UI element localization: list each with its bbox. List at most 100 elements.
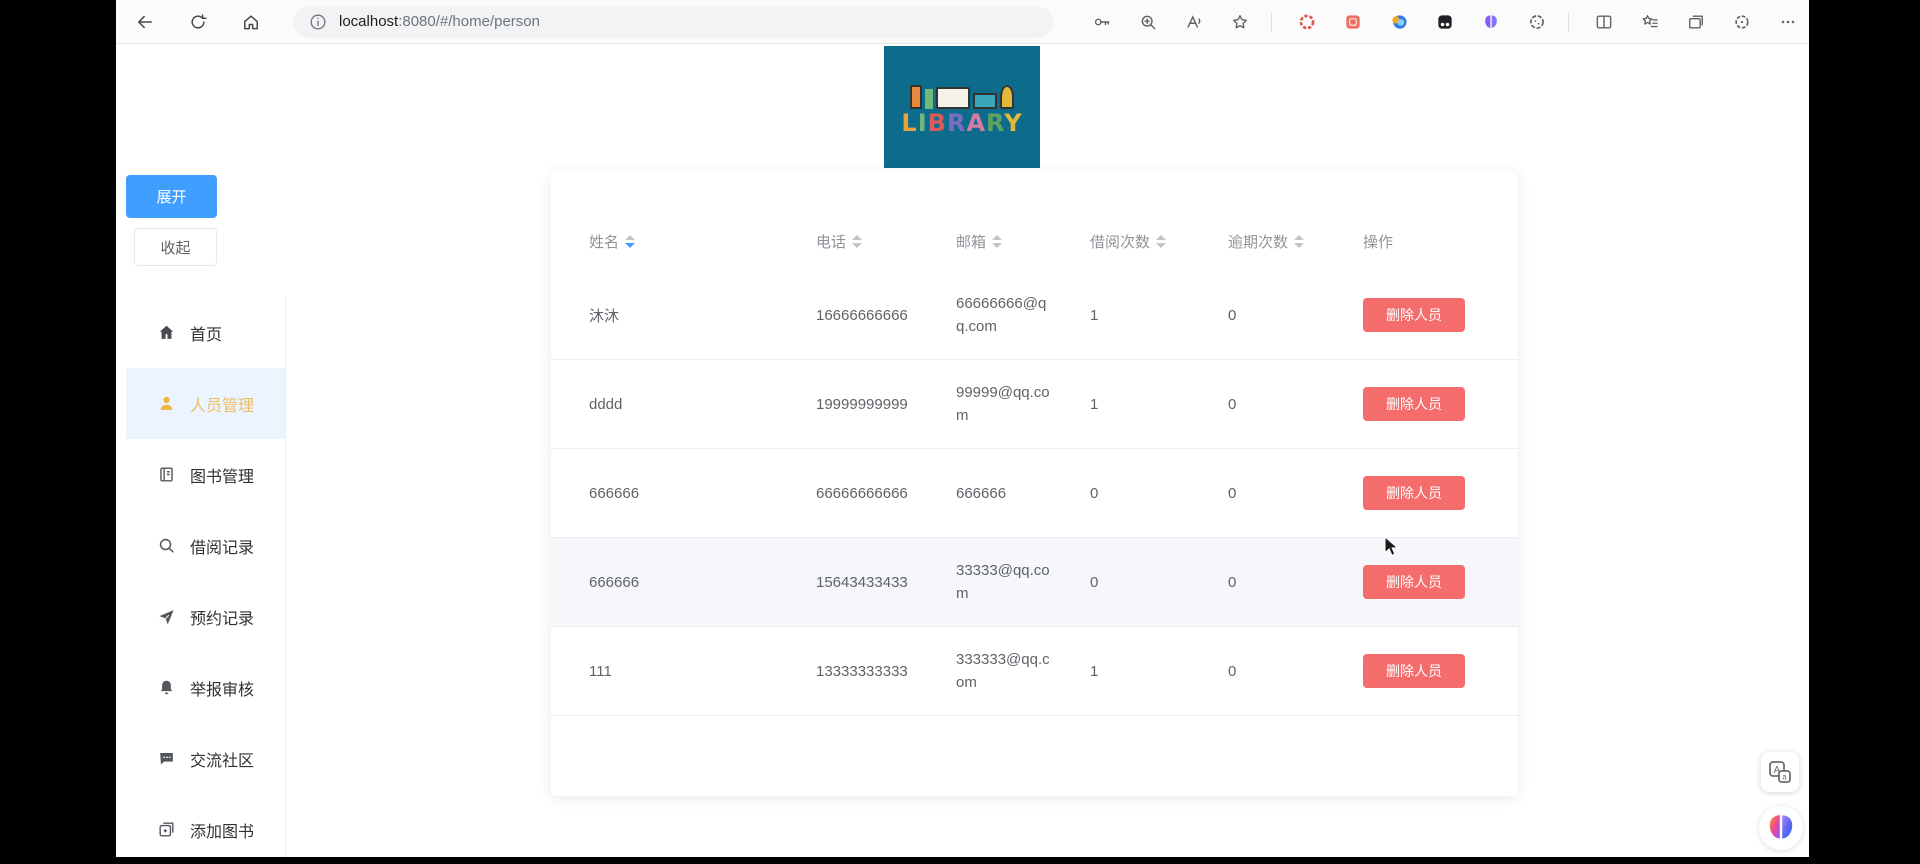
collections-icon[interactable]: [1685, 11, 1707, 33]
ext-blue-orange-icon[interactable]: [1388, 11, 1410, 33]
read-aloud-icon[interactable]: [1183, 11, 1205, 33]
refresh-icon[interactable]: [187, 11, 209, 33]
cell-name: 111: [589, 663, 816, 680]
sidebar-item-label: 图书管理: [190, 463, 254, 487]
cell-phone: 13333333333: [816, 660, 956, 683]
browser-toolbar: localhost:8080/#/home/person: [116, 0, 1809, 44]
ext-black-domino-icon[interactable]: [1434, 11, 1456, 33]
sidebar-item-label: 举报审核: [190, 676, 254, 700]
sidebar-item-person-management[interactable]: 人员管理: [126, 368, 285, 439]
zoom-icon[interactable]: [1137, 11, 1159, 33]
sidebar-item-add-book[interactable]: 添加图书: [126, 794, 285, 857]
home-icon[interactable]: [240, 11, 262, 33]
url-path: :8080/#/home/person: [398, 13, 540, 30]
table-header-row: 姓名 电话 邮箱 借阅次数 逾期次数: [551, 211, 1518, 271]
cell-email: 33333@qq.com: [956, 559, 1090, 605]
split-screen-icon[interactable]: [1593, 11, 1615, 33]
more-menu-icon[interactable]: [1777, 11, 1799, 33]
browser-window: localhost:8080/#/home/person: [116, 0, 1809, 857]
password-key-icon[interactable]: [1091, 11, 1113, 33]
ai-brain-widget-button[interactable]: [1759, 806, 1803, 850]
delete-person-button[interactable]: 删除人员: [1363, 654, 1465, 688]
delete-person-button[interactable]: 删除人员: [1363, 565, 1465, 599]
sidebar-item-label: 添加图书: [190, 818, 254, 842]
svg-text:a: a: [1782, 773, 1787, 782]
sidebar-item-borrow-records[interactable]: 借阅记录: [126, 510, 285, 581]
delete-person-button[interactable]: 删除人员: [1363, 298, 1465, 332]
sidebar-item-label: 首页: [190, 321, 222, 345]
sidebar-item-home[interactable]: 首页: [126, 297, 285, 368]
delete-person-button[interactable]: 删除人员: [1363, 476, 1465, 510]
back-icon[interactable]: [134, 11, 156, 33]
column-header-borrow-count[interactable]: 借阅次数: [1090, 231, 1228, 252]
column-header-overdue-count[interactable]: 逾期次数: [1228, 231, 1363, 252]
sidebar-item-label: 借阅记录: [190, 534, 254, 558]
bell-icon: [156, 678, 176, 698]
url-text[interactable]: localhost:8080/#/home/person: [339, 13, 540, 30]
collapse-button[interactable]: 收起: [134, 228, 217, 266]
ext-red-ring-icon[interactable]: [1296, 11, 1318, 33]
cell-email: 66666666@qq.com: [956, 292, 1090, 338]
sort-carets-icon[interactable]: [992, 235, 1002, 248]
cell-name: dddd: [589, 396, 816, 413]
cell-overdue-count: 0: [1228, 485, 1363, 502]
address-bar[interactable]: localhost:8080/#/home/person: [293, 6, 1053, 38]
table-row[interactable]: dddd 19999999999 99999@qq.com 1 0 删除人员: [551, 360, 1518, 449]
cell-name: 666666: [589, 485, 816, 502]
url-host: localhost: [339, 13, 398, 30]
sort-carets-icon[interactable]: [1294, 235, 1304, 248]
cell-overdue-count: 0: [1228, 574, 1363, 591]
table-row[interactable]: 666666 15643433433 33333@qq.com 0 0 删除人员: [551, 538, 1518, 627]
table-row[interactable]: 沐沐 16666666666 66666666@qq.com 1 0 删除人员: [551, 271, 1518, 360]
translate-widget-button[interactable]: A a: [1761, 752, 1799, 792]
cell-borrow-count: 0: [1090, 574, 1228, 591]
sidebar-item-label: 人员管理: [190, 392, 254, 416]
sort-carets-icon[interactable]: [1156, 235, 1166, 248]
book-icon: [156, 465, 176, 485]
browser-essentials-icon[interactable]: [1731, 11, 1753, 33]
cell-borrow-count: 1: [1090, 663, 1228, 680]
cell-phone: 16666666666: [816, 304, 956, 327]
cell-name: 666666: [589, 574, 816, 591]
cell-email: 99999@qq.com: [956, 381, 1090, 427]
column-header-name[interactable]: 姓名: [589, 231, 816, 252]
ext-cookie-icon[interactable]: [1526, 11, 1548, 33]
cell-phone: 66666666666: [816, 482, 956, 505]
app-page: LIBRARY 展开 收起 首页 人员管理 图书管理: [116, 44, 1809, 856]
ext-red-square-icon[interactable]: [1342, 11, 1364, 33]
delete-person-button[interactable]: 删除人员: [1363, 387, 1465, 421]
translate-icon: A a: [1767, 759, 1793, 785]
cell-phone: 15643433433: [816, 571, 956, 594]
sidebar-item-book-management[interactable]: 图书管理: [126, 439, 285, 510]
sidebar-item-report-review[interactable]: 举报审核: [126, 652, 285, 723]
library-logo: LIBRARY: [884, 46, 1040, 168]
toolbar-separator: [1271, 12, 1272, 32]
column-header-email[interactable]: 邮箱: [956, 231, 1090, 252]
chat-icon: [156, 749, 176, 769]
favorites-hub-icon[interactable]: [1639, 11, 1661, 33]
sort-carets-icon[interactable]: [625, 235, 635, 248]
toolbar-separator: [1568, 12, 1569, 32]
ext-purple-brain-icon[interactable]: [1480, 11, 1502, 33]
cell-borrow-count: 1: [1090, 307, 1228, 324]
brain-icon: [1763, 810, 1799, 846]
cell-name: 沐沐: [589, 305, 816, 326]
cell-overdue-count: 0: [1228, 307, 1363, 324]
logo-wordmark: LIBRARY: [901, 111, 1022, 135]
person-table-card: 姓名 电话 邮箱 借阅次数 逾期次数: [551, 171, 1518, 796]
sidebar-item-reservation-records[interactable]: 预约记录: [126, 581, 285, 652]
sort-carets-icon[interactable]: [852, 235, 862, 248]
cell-overdue-count: 0: [1228, 663, 1363, 680]
favorite-star-icon[interactable]: [1229, 11, 1251, 33]
table-body: 沐沐 16666666666 66666666@qq.com 1 0 删除人员 …: [551, 271, 1518, 716]
site-info-icon[interactable]: [307, 11, 329, 33]
copy-add-icon: [156, 820, 176, 840]
table-row[interactable]: 111 13333333333 333333@qq.com 1 0 删除人员: [551, 627, 1518, 716]
expand-button[interactable]: 展开: [126, 175, 217, 218]
sidebar-item-community[interactable]: 交流社区: [126, 723, 285, 794]
column-header-phone[interactable]: 电话: [816, 231, 956, 252]
sidebar-item-label: 交流社区: [190, 747, 254, 771]
search-icon: [156, 536, 176, 556]
table-row[interactable]: 666666 66666666666 666666 0 0 删除人员: [551, 449, 1518, 538]
sidebar-item-label: 预约记录: [190, 605, 254, 629]
